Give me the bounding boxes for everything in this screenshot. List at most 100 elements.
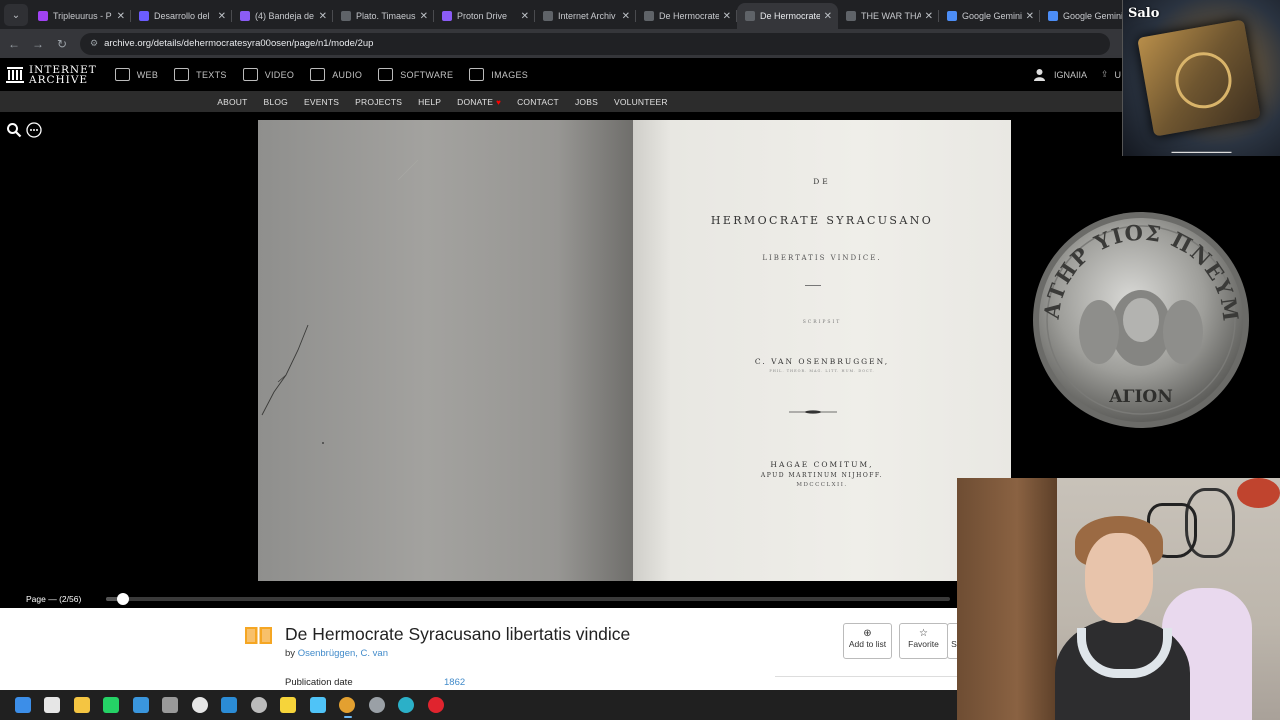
tab-close-icon[interactable]: ✕ (319, 11, 327, 22)
tab-title: Desarrollo del (154, 11, 210, 21)
media-nav-video[interactable]: VIDEO (242, 68, 295, 81)
tab-close-icon[interactable]: ✕ (521, 11, 529, 22)
browser-tab[interactable]: Desarrollo del ✕ (131, 3, 232, 29)
browser-tab[interactable]: Tripleuurus - P ✕ (30, 3, 131, 29)
subnav-label: PROJECTS (355, 96, 403, 107)
tab-close-icon[interactable]: ✕ (723, 11, 731, 22)
favorite-button[interactable]: ☆ Favorite (899, 623, 948, 659)
taskbar-app-settings[interactable] (362, 690, 392, 720)
media-nav-audio[interactable]: AUDIO (310, 68, 362, 81)
page-slider-handle[interactable] (116, 593, 129, 605)
subnav-donate[interactable]: DONATE ♥ (457, 97, 501, 107)
browser-tab[interactable]: THE WAR THA ✕ (838, 3, 939, 29)
taskbar-app-whatsapp[interactable] (97, 690, 127, 720)
subnav-help[interactable]: HELP (418, 97, 441, 107)
logo-line-2: ARCHIVE (29, 73, 89, 86)
browser-tab[interactable]: Google Gemini ✕ (939, 3, 1040, 29)
add-to-list-button[interactable]: ⊕ Add to list (843, 623, 892, 659)
forward-icon[interactable]: → (28, 37, 48, 51)
taskbar-app-sticky-notes[interactable] (274, 690, 304, 720)
webcam-door (957, 478, 1057, 720)
tab-close-icon[interactable]: ✕ (420, 11, 428, 22)
title-page-publisher: APUD MARTINUM NIJHOFF. (760, 472, 884, 479)
subnav-events[interactable]: EVENTS (304, 97, 339, 107)
taskbar-app-windows-start[interactable] (8, 690, 38, 720)
back-icon[interactable]: ← (4, 37, 24, 51)
webcam-feed (957, 478, 1280, 720)
tab-title: De Hermocrate (659, 11, 719, 21)
search-icon[interactable] (6, 122, 22, 138)
tab-close-icon[interactable]: ✕ (622, 11, 630, 22)
tab-title: Proton Drive (457, 11, 508, 21)
taskbar-app-chatgpt[interactable] (185, 690, 215, 720)
page-slider-track[interactable] (106, 593, 950, 605)
subnav-label: EVENTS (303, 96, 340, 107)
tab-close-icon[interactable]: ✕ (117, 11, 125, 22)
taskbar-app-edge[interactable] (392, 690, 422, 720)
subnav-projects[interactable]: PROJECTS (355, 97, 402, 107)
chrome-icon (339, 697, 356, 713)
overlay-caption: ▬▬▬▬▬▬▬▬▬▬▬▬▬▬▬ (1171, 149, 1232, 154)
whatsapp-icon (103, 697, 120, 713)
tab-favicon-icon (139, 11, 149, 21)
browser-tab[interactable]: Proton Drive ✕ (434, 3, 535, 29)
reload-icon[interactable]: ↻ (52, 37, 72, 51)
more-options-icon[interactable] (26, 122, 43, 138)
tab-close-icon[interactable]: ✕ (218, 11, 226, 22)
tab-favicon-icon (442, 11, 452, 21)
tab-close-icon[interactable]: ✕ (1026, 11, 1034, 22)
book-page-right[interactable]: DE HERMOCRATE SYRACUSANO LIBERTATIS VIND… (633, 120, 1011, 581)
tab-close-icon[interactable]: ✕ (925, 11, 933, 22)
page-indicator: Page — (2/56) (26, 594, 82, 604)
media-nav-images[interactable]: IMAGES (469, 68, 528, 81)
browser-tab[interactable]: De Hermocrate ✕ (636, 3, 737, 29)
browser-tab[interactable]: Internet Archiv ✕ (535, 3, 636, 29)
title-page-author: C. VAN OSENBRUGGEN, (754, 357, 890, 366)
temple-logo-icon (6, 66, 24, 83)
book-page-left[interactable] (258, 120, 633, 581)
taskbar-app-app[interactable] (156, 690, 186, 720)
taskbar-app-search[interactable] (38, 690, 68, 720)
subnav-label: JOBS (574, 96, 598, 107)
internet-archive-logo[interactable]: INTERNET ARCHIVE (6, 63, 97, 86)
subnav-about[interactable]: ABOUT (217, 97, 247, 107)
taskbar-app-file-explorer[interactable] (67, 690, 97, 720)
subnav-contact[interactable]: CONTACT (517, 97, 559, 107)
reader-side-tools (6, 122, 43, 155)
overlay-book-image (1137, 19, 1261, 137)
subnav-blog[interactable]: BLOG (264, 97, 288, 107)
tab-search-dropdown[interactable]: ⌄ (4, 4, 28, 26)
author-link[interactable]: Osenbrüggen, C. van (298, 648, 388, 659)
logo-line-1: INTERNET (29, 63, 97, 76)
taskbar-app-store[interactable] (126, 690, 156, 720)
title-page-publisher-city: HAGAE COMITUM, (770, 460, 874, 469)
upload-icon[interactable]: ⇪ (1101, 69, 1109, 80)
user-menu[interactable]: IGNAIIA ⇪ U (1033, 58, 1121, 91)
browser-tab[interactable]: De Hermocrate ✕ (737, 3, 838, 29)
taskbar-app-vscode[interactable] (215, 690, 245, 720)
site-info-icon[interactable]: ⚙ (90, 38, 98, 49)
taskbar-app-opera[interactable] (421, 690, 451, 720)
media-nav-software[interactable]: SOFTWARE (378, 68, 453, 81)
taskbar-app-notepad[interactable] (303, 690, 333, 720)
texts-icon (174, 68, 190, 81)
tab-title: Google Gemini (1063, 11, 1123, 21)
tab-close-icon[interactable]: ✕ (824, 11, 832, 22)
url-bar[interactable]: ⚙ archive.org/details/dehermocratesyra00… (80, 32, 1110, 55)
publication-date-value[interactable]: 1862 (444, 677, 465, 688)
media-nav-texts[interactable]: TEXTS (174, 68, 227, 81)
taskbar-app-chrome[interactable] (333, 690, 363, 720)
webcam-person-face (1085, 533, 1153, 623)
subnav-volunteer[interactable]: VOLUNTEER (614, 97, 668, 107)
title-page-title: HERMOCRATE SYRACUSANO (710, 214, 934, 227)
ia-sub-nav: ABOUT BLOG EVENTS PROJECTS HELP DONATE ♥ CONTAC… (0, 91, 1125, 112)
subnav-label: DONATE (457, 96, 494, 107)
title-page-scripsit: SCRIPSIT (802, 320, 842, 325)
browser-tab[interactable]: (4) Bandeja de ✕ (232, 3, 333, 29)
item-title: De Hermocrate Syracusano libertatis vind… (285, 624, 631, 644)
subnav-jobs[interactable]: JOBS (575, 97, 598, 107)
taskbar-app-obs[interactable] (244, 690, 274, 720)
browser-tab[interactable]: Plato. Timaeus ✕ (333, 3, 434, 29)
share-label: S (951, 639, 957, 649)
media-nav-web[interactable]: WEB (114, 68, 158, 81)
